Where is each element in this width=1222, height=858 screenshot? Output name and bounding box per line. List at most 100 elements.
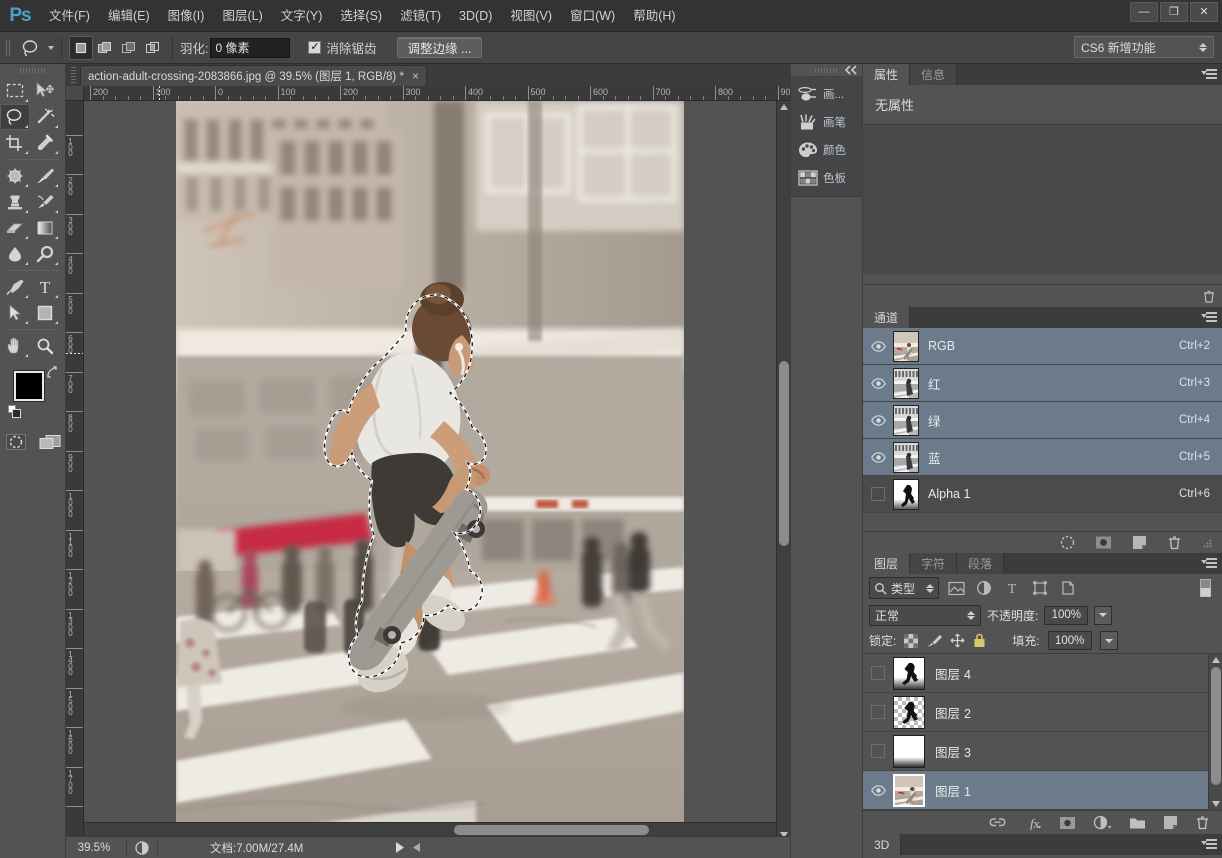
intersect-selection-button[interactable] [141,36,165,60]
canvas-image[interactable] [176,101,684,835]
history-brush-tool[interactable] [30,189,60,215]
panel-menu-icon[interactable] [1201,838,1217,851]
document-profile-icon[interactable] [131,840,153,855]
icon-panel-grip[interactable] [791,64,862,76]
antialias-checkbox-group[interactable]: ✓ 消除锯齿 [308,38,378,57]
add-layer-mask-icon[interactable] [1059,816,1076,830]
panel-menu-icon[interactable] [1201,557,1217,570]
save-selection-as-channel-icon[interactable] [1095,535,1112,550]
filter-adjustment-icon[interactable] [973,577,995,599]
tab-layers-2[interactable]: 段落 [957,553,1005,574]
vertical-ruler[interactable]: 100 200 300 400 500 600 700 800 900 1000 1100 1200 1… [66,101,84,858]
delete-icon[interactable] [1202,289,1216,303]
lock-all-icon[interactable] [973,633,986,648]
canvas-horizontal-scrollbar[interactable] [84,822,776,836]
load-channel-as-selection-icon[interactable] [1060,535,1075,550]
channel-visibility-toggle[interactable] [863,487,893,501]
opacity-dropdown-button[interactable] [1094,605,1113,625]
ruler-corner[interactable] [66,86,84,101]
icon-panel-item-0[interactable]: 画... [791,80,862,108]
new-selection-button[interactable] [69,35,93,60]
channel-visibility-toggle[interactable] [863,451,893,463]
marquee-tool[interactable] [0,78,30,104]
document-tab-grip[interactable] [66,64,80,86]
menu-item-10[interactable]: 帮助(H) [624,4,684,28]
menu-item-2[interactable]: 图像(I) [159,4,214,28]
zoom-tool[interactable] [30,333,60,359]
panel-menu-icon[interactable] [1201,311,1217,324]
subtract-from-selection-button[interactable] [117,36,141,60]
filter-type-icon[interactable]: T [1001,577,1023,599]
delete-channel-icon[interactable] [1167,535,1182,550]
healing-brush-tool[interactable] [0,163,30,189]
status-menu-arrow[interactable] [395,842,405,853]
brush-tool[interactable] [30,163,60,189]
crop-tool[interactable] [0,130,30,156]
feather-input[interactable]: 0 像素 [210,37,291,58]
dodge-tool[interactable] [30,241,60,267]
layer-list-scrollbar[interactable] [1208,654,1222,810]
tab-properties-0[interactable]: 属性 [863,64,911,85]
close-button[interactable]: ✕ [1190,2,1218,22]
layer-scroll-thumb[interactable] [1211,667,1221,785]
lasso-tool[interactable] [0,104,30,130]
tab-layers-0[interactable]: 图层 [863,553,911,574]
channel-visibility-toggle[interactable] [863,414,893,426]
filter-pixel-icon[interactable] [945,577,967,599]
blend-mode-select[interactable]: 正常 [869,604,981,626]
menu-item-1[interactable]: 编辑(E) [99,4,159,28]
menu-item-5[interactable]: 选择(S) [331,4,391,28]
channel-row[interactable]: RGB Ctrl+2 [863,328,1222,365]
layer-filter-kind-select[interactable]: 类型 [869,577,939,599]
layer-visibility-toggle[interactable] [863,744,893,758]
layer-style-fx-icon[interactable]: fx [1023,816,1042,830]
layer-visibility-toggle[interactable] [863,666,893,680]
swap-colors-icon[interactable] [45,365,59,379]
fill-value[interactable]: 100% [1047,631,1092,650]
channel-row[interactable]: 蓝 Ctrl+5 [863,439,1222,476]
layer-row[interactable]: 图层 1 [863,771,1222,810]
status-resize-arrow[interactable] [413,843,421,852]
document-tab[interactable]: action-adult-crossing-2083866.jpg @ 39.5… [80,65,427,86]
close-icon[interactable]: × [412,70,419,82]
vertical-scroll-thumb[interactable] [779,361,789,546]
menu-item-7[interactable]: 3D(D) [450,4,501,28]
lock-position-icon[interactable] [950,633,965,648]
layer-visibility-toggle[interactable] [863,705,893,719]
panel-menu-icon[interactable] [1201,68,1217,81]
new-fill-adjustment-layer-icon[interactable] [1093,815,1112,830]
lasso-icon[interactable] [16,36,46,60]
path-selection-tool[interactable] [0,300,30,326]
minimize-button[interactable]: — [1130,2,1158,22]
layer-row[interactable]: 图层 2 [863,693,1222,732]
quick-mask-icon[interactable] [3,431,29,453]
options-bar-grip[interactable] [4,36,12,59]
magic-wand-tool[interactable] [30,104,60,130]
move-tool[interactable] [30,78,60,104]
icon-panel-item-1[interactable]: 画笔 [791,108,862,136]
delete-layer-icon[interactable] [1195,815,1210,830]
canvas-viewport[interactable] [84,101,776,841]
tab-layers-1[interactable]: 字符 [910,553,958,574]
fill-dropdown-button[interactable] [1099,631,1118,650]
tab-3d[interactable]: 3D [863,834,902,855]
resize-grip-icon[interactable] [1202,538,1212,548]
channel-row[interactable]: 绿 Ctrl+4 [863,402,1222,439]
canvas-vertical-scrollbar[interactable] [776,101,790,841]
tab-channels-0[interactable]: 通道 [863,307,911,328]
antialias-checkbox[interactable]: ✓ [308,41,322,54]
pen-tool[interactable] [0,274,30,300]
new-layer-icon[interactable] [1163,815,1178,830]
collapse-to-icons-button[interactable] [842,63,860,77]
opacity-value[interactable]: 100% [1044,605,1089,625]
menu-item-8[interactable]: 视图(V) [501,4,561,28]
chevron-down-icon[interactable] [48,45,54,50]
layer-visibility-toggle[interactable] [863,784,893,796]
create-new-channel-icon[interactable] [1132,535,1147,550]
toolbox-grip[interactable] [0,64,65,76]
new-group-icon[interactable] [1129,816,1146,830]
filter-shape-icon[interactable] [1029,577,1051,599]
layer-row[interactable]: 图层 3 [863,732,1222,771]
menu-item-9[interactable]: 窗口(W) [561,4,624,28]
shape-tool[interactable] [30,300,60,326]
